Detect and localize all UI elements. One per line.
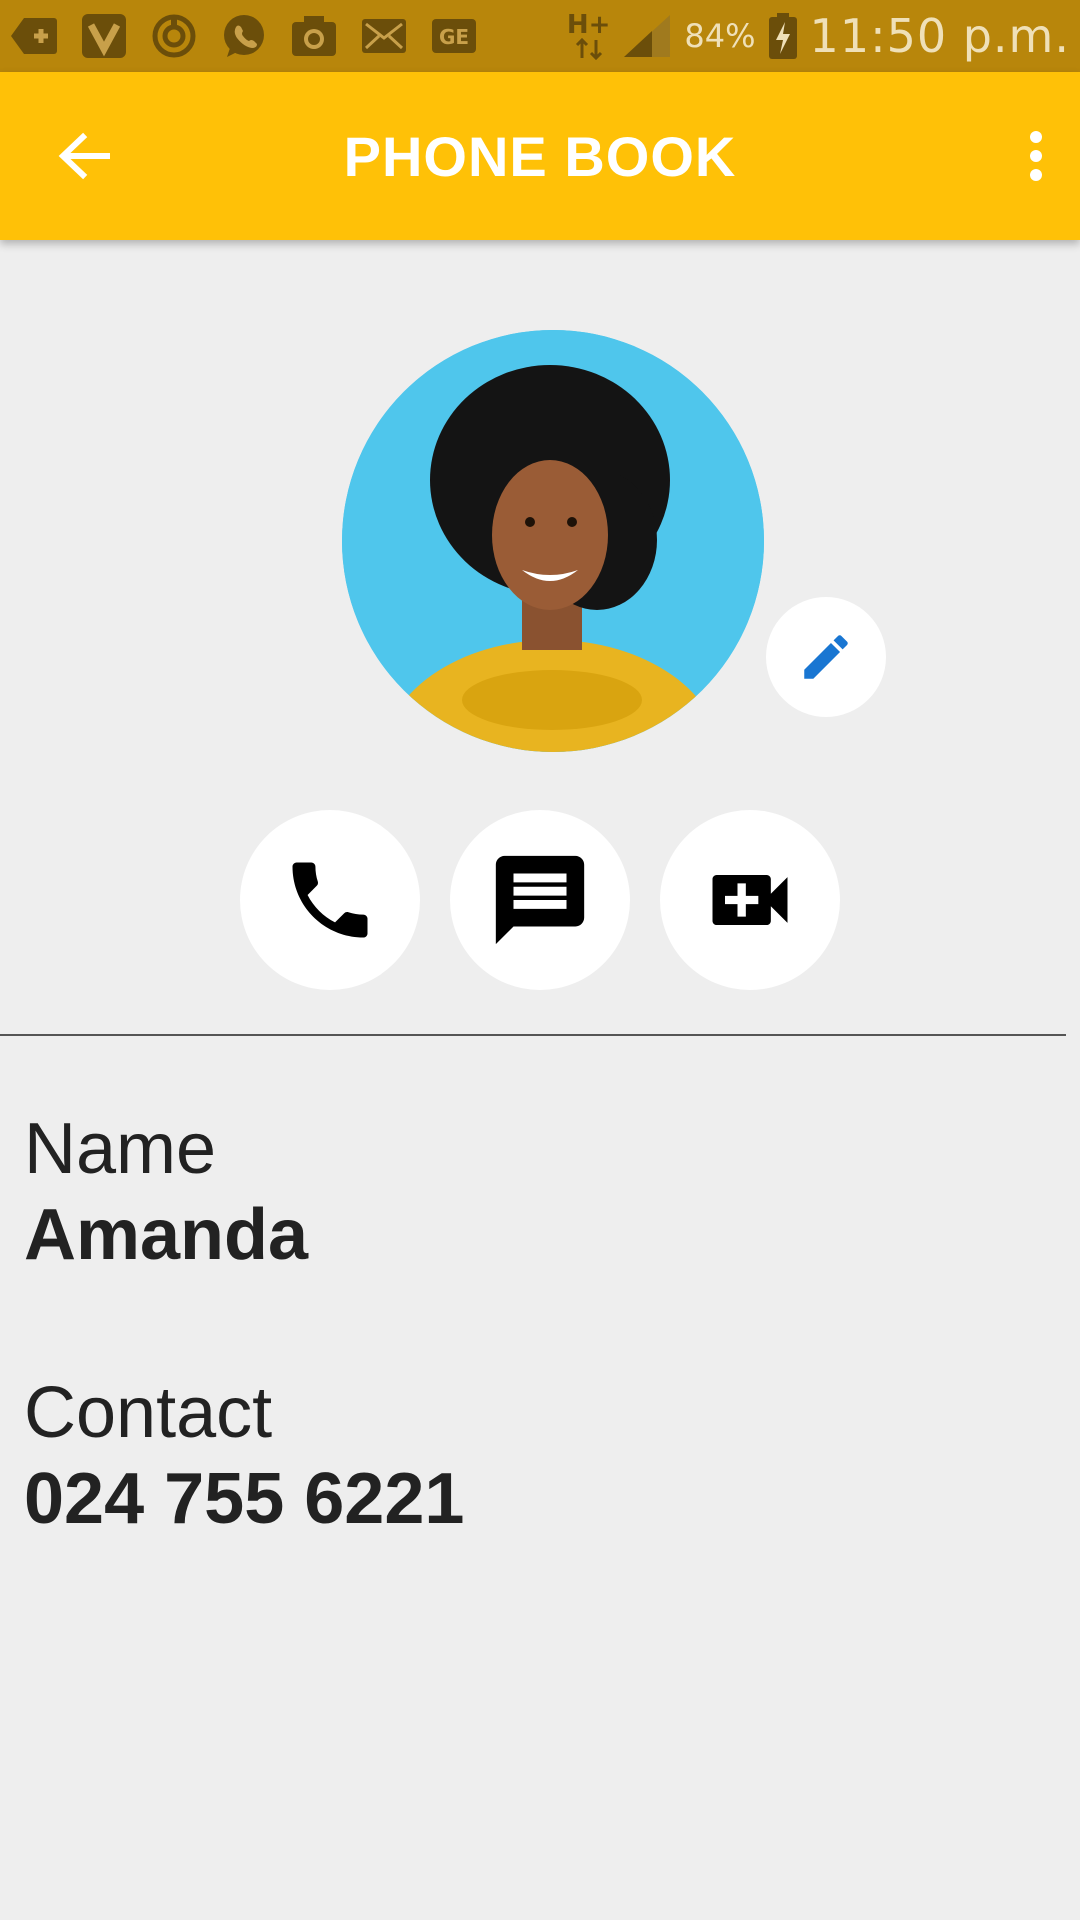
contact-avatar [342,330,764,752]
video-call-icon [712,875,788,925]
battery-charging-icon [768,13,797,59]
pencil-icon [804,635,848,679]
edit-contact-button[interactable] [766,597,886,717]
message-icon [495,855,585,945]
contact-label: Contact [24,1373,273,1453]
network-type: H+ [566,10,611,40]
app-bar: PHONE BOOK [0,72,1080,240]
data-arrows-icon [575,38,602,60]
phone-icon [292,862,368,938]
battery-percent: 84% [684,17,756,55]
clock: 11:50 p.m. [809,9,1070,63]
message-button[interactable] [450,810,630,990]
news-icon: GE [430,12,478,60]
contact-number: 024 755 6221 [24,1459,465,1539]
page-title: PHONE BOOK [343,124,737,188]
video-call-button[interactable] [660,810,840,990]
mail-icon [360,12,408,60]
arrow-left-icon [58,132,110,180]
name-value: Amanda [24,1195,309,1275]
camera-icon [290,12,338,60]
call-button[interactable] [240,810,420,990]
signal-icon [624,15,671,57]
contact-actions [240,810,840,990]
more-options-button[interactable] [1008,116,1064,196]
status-bar: GE H+ 84% 11:50 p.m. [0,0,1080,72]
divider [0,1034,1066,1036]
back-button[interactable] [50,121,120,191]
contact-photo [342,330,764,752]
svg-text:GE: GE [439,25,469,49]
network-indicator: H+ [566,10,611,60]
whatsapp-icon [220,12,268,60]
name-label: Name [24,1109,217,1189]
status-right: H+ 84% 11:50 p.m. [567,9,1070,63]
sync-icon [150,12,198,60]
add-tag-icon [10,12,58,60]
viber-icon [80,12,128,60]
notification-icons: GE [10,12,478,60]
more-vert-icon [1030,131,1042,181]
